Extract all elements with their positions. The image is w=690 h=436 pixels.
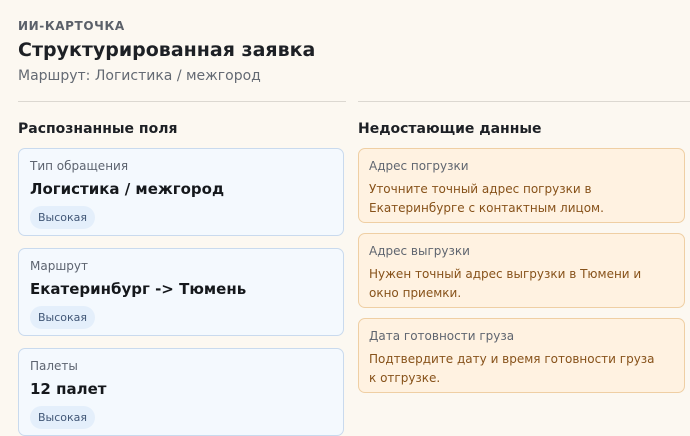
missing-divider xyxy=(358,101,690,102)
confidence-badge: Высокая xyxy=(30,206,96,229)
field-label: Палеты xyxy=(30,359,78,373)
recognized-divider xyxy=(18,101,346,102)
card-eyebrow: ИИ-КАРТОЧКА xyxy=(18,19,125,33)
missing-label: Дата готовности груза xyxy=(369,329,515,343)
structured-request-card: ИИ-КАРТОЧКА Структурированная заявка Мар… xyxy=(18,0,690,436)
missing-description: Уточните точный адрес погрузки в Екатери… xyxy=(369,182,604,215)
missing-section-title: Недостающие данные xyxy=(358,121,542,137)
field-card-pallets: Палеты 12 палет Высокая xyxy=(18,348,344,436)
field-card-request-type: Тип обращения Логистика / межгород Высок… xyxy=(18,148,344,236)
confidence-badge: Высокая xyxy=(30,406,96,429)
field-label: Тип обращения xyxy=(30,159,129,173)
field-value: 12 палет xyxy=(30,380,107,398)
missing-card-cargo-ready-date: Дата готовности груза Подтвердите дату и… xyxy=(358,318,685,393)
missing-label: Адрес погрузки xyxy=(369,159,469,173)
confidence-badge: Высокая xyxy=(30,306,96,329)
field-value: Логистика / межгород xyxy=(30,180,225,198)
missing-description: Нужен точный адрес выгрузки в Тюмени и о… xyxy=(369,267,642,300)
missing-label: Адрес выгрузки xyxy=(369,244,470,258)
missing-description: Подтвердите дату и время готовности груз… xyxy=(369,352,655,385)
field-card-route: Маршрут Екатеринбург -> Тюмень Высокая xyxy=(18,248,344,336)
missing-card-loading-address: Адрес погрузки Уточните точный адрес пог… xyxy=(358,148,685,223)
field-value: Екатеринбург -> Тюмень xyxy=(30,280,247,298)
recognized-section-title: Распознанные поля xyxy=(18,121,178,137)
field-label: Маршрут xyxy=(30,259,89,273)
route-subtitle: Маршрут: Логистика / межгород xyxy=(18,68,261,84)
missing-card-unloading-address: Адрес выгрузки Нужен точный адрес выгруз… xyxy=(358,233,685,308)
page-title: Структурированная заявка xyxy=(18,39,316,61)
